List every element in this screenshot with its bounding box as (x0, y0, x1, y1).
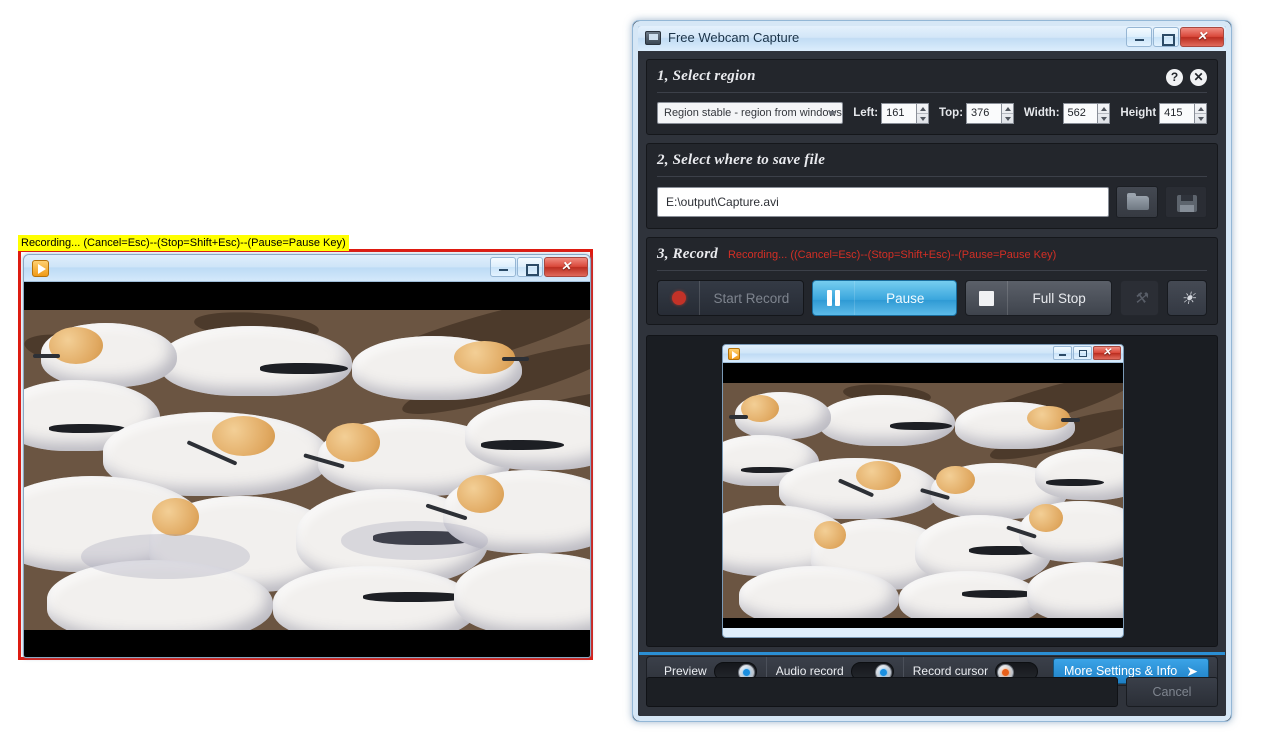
captured-window-titlebar[interactable] (24, 255, 590, 282)
gannet-photo-preview (723, 383, 1123, 618)
divider (657, 270, 1207, 271)
close-icon[interactable] (1180, 27, 1224, 47)
captured-region: Recording... (Cancel=Esc)--(Stop=Shift+E… (18, 235, 593, 660)
section-select-save-file: 2, Select where to save file E:\output\C… (646, 143, 1218, 229)
section2-title: 2, Select where to save file (657, 152, 826, 168)
save-disk-icon (1177, 195, 1197, 212)
top-input[interactable]: 376 (966, 102, 1002, 124)
section1-title: 1, Select region (657, 68, 756, 84)
left-label: Left: (853, 107, 879, 119)
help-icon[interactable]: ? (1166, 69, 1183, 86)
divider (657, 176, 1207, 177)
play-icon (32, 260, 49, 277)
brightness-button[interactable]: ☀ (1167, 280, 1207, 316)
minimize-icon[interactable] (1053, 346, 1072, 360)
height-input[interactable]: 415 (1159, 102, 1195, 124)
height-label: Height (1120, 107, 1157, 119)
record-dot-icon (658, 281, 700, 315)
recording-banner: Recording... (Cancel=Esc)--(Stop=Shift+E… (18, 235, 349, 251)
section1-header: 1, Select region (657, 68, 1207, 85)
captured-window-buttons (489, 257, 588, 277)
app-titlebar[interactable]: Free Webcam Capture (637, 25, 1227, 51)
close-icon[interactable] (544, 257, 588, 277)
record-buttons-row: Start Record Pause Full Stop ⚒ ☀ (657, 280, 1207, 316)
maximize-icon[interactable] (1073, 346, 1092, 360)
pause-label: Pause (886, 290, 925, 306)
preview-panel (646, 335, 1218, 647)
browse-folder-button[interactable] (1116, 186, 1158, 218)
chevron-down-icon (828, 111, 837, 116)
region-mode-dropdown[interactable]: Region stable - region from windows (657, 102, 844, 124)
play-icon (728, 348, 740, 360)
sun-icon: ☀ (1180, 289, 1196, 308)
progress-bar (646, 677, 1118, 707)
section-record: 3, Record Recording... ((Cancel=Esc)--(S… (646, 237, 1218, 325)
save-file-button[interactable] (1165, 186, 1207, 218)
save-path-input[interactable]: E:\output\Capture.avi (657, 187, 1109, 217)
app-title: Free Webcam Capture (668, 30, 800, 45)
video-surface[interactable] (24, 282, 590, 657)
webcam-icon (645, 31, 661, 45)
minimize-icon[interactable] (490, 257, 516, 277)
width-stepper[interactable] (1098, 102, 1111, 124)
cancel-button[interactable]: Cancel (1126, 677, 1218, 707)
close-icon[interactable] (1093, 346, 1121, 360)
app-body: 1, Select region ? ✕ Region stable - reg… (637, 51, 1227, 717)
folder-icon (1127, 193, 1149, 210)
save-path-row: E:\output\Capture.avi (657, 186, 1207, 218)
minimize-icon[interactable] (1126, 27, 1152, 47)
maximize-icon[interactable] (517, 257, 543, 277)
left-stepper[interactable] (916, 102, 929, 124)
divider (657, 92, 1207, 93)
start-record-label: Start Record (713, 290, 790, 306)
preview-window-titlebar (723, 345, 1123, 363)
recording-status-text: Recording... ((Cancel=Esc)--(Stop=Shift+… (727, 248, 1057, 261)
pause-icon (813, 281, 855, 315)
full-stop-label: Full Stop (1032, 290, 1086, 306)
start-record-button[interactable]: Start Record (657, 280, 804, 316)
top-label: Top: (938, 107, 964, 119)
gannet-photo (24, 310, 590, 630)
width-input[interactable]: 562 (1062, 102, 1099, 124)
region-mode-value: Region stable - region from windows (664, 107, 842, 119)
screen: Recording... (Cancel=Esc)--(Stop=Shift+E… (0, 0, 1266, 752)
pause-button[interactable]: Pause (811, 280, 957, 316)
app-window-buttons (1125, 27, 1224, 47)
header-icons: ? ✕ (1166, 69, 1207, 86)
height-stepper[interactable] (1194, 102, 1208, 124)
preview-window-buttons (1052, 346, 1121, 360)
free-webcam-capture-window[interactable]: Free Webcam Capture 1, Select region ? ✕ (632, 20, 1232, 722)
bottom-bar: Cancel (646, 676, 1218, 708)
preview-video-surface (723, 363, 1123, 628)
wrench-icon: ⚒ (1133, 290, 1148, 307)
tools-button[interactable]: ⚒ (1119, 280, 1160, 316)
captured-media-window[interactable] (23, 254, 591, 658)
region-controls-row: Region stable - region from windows Left… (657, 102, 1208, 124)
section3-header: 3, Record Recording... ((Cancel=Esc)--(S… (657, 246, 1207, 263)
left-input[interactable]: 161 (881, 102, 917, 124)
section-select-region: 1, Select region ? ✕ Region stable - reg… (646, 59, 1218, 135)
preview-window[interactable] (722, 344, 1124, 638)
width-label: Width: (1023, 107, 1060, 119)
section3-title: 3, Record (657, 246, 718, 262)
stop-square-icon (966, 281, 1008, 315)
top-stepper[interactable] (1001, 102, 1014, 124)
maximize-icon[interactable] (1153, 27, 1179, 47)
full-stop-button[interactable]: Full Stop (964, 280, 1112, 316)
close-circle-icon[interactable]: ✕ (1190, 69, 1207, 86)
